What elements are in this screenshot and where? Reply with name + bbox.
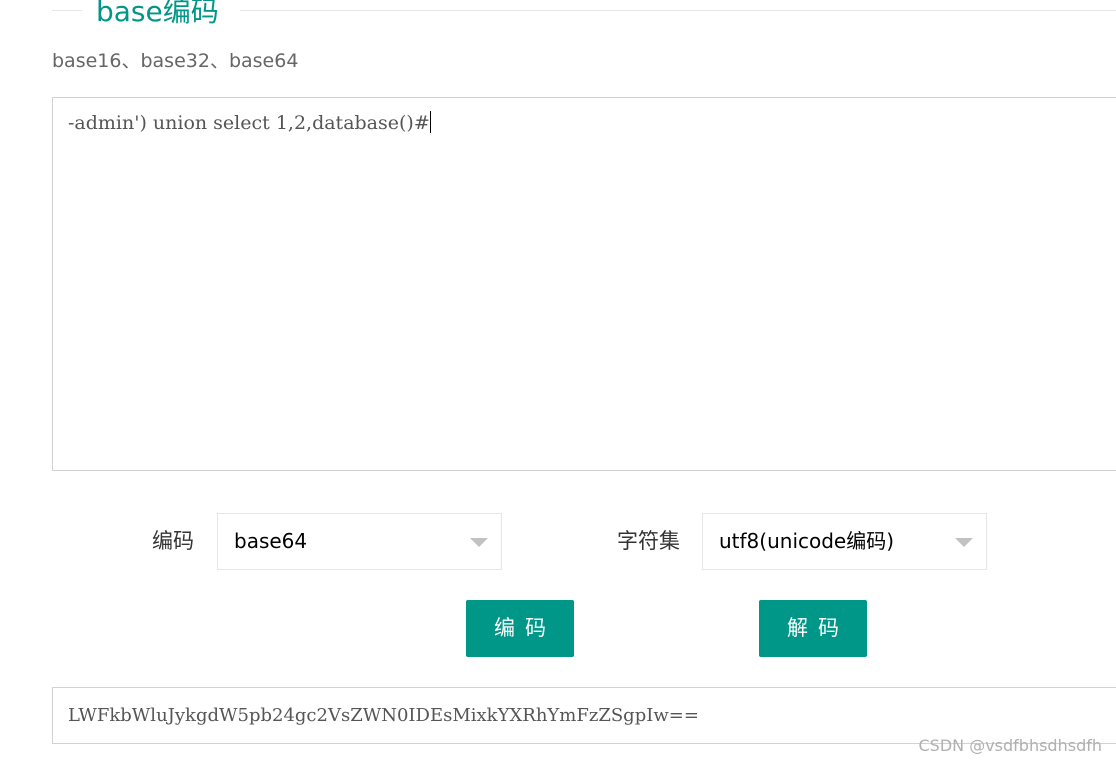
decode-button[interactable]: 解码 <box>759 600 867 657</box>
csdn-watermark: CSDN @vsdfbhsdhsdfh <box>918 736 1103 755</box>
source-text-input[interactable]: -admin') union select 1,2,database()# <box>52 97 1116 471</box>
base-encoding-page: base编码 base16、base32、base64 -admin') uni… <box>0 0 1116 763</box>
encoding-label: 编码 <box>152 529 194 553</box>
source-text-value: -admin') union select 1,2,database()# <box>68 112 430 134</box>
charset-select-value: utf8(unicode编码) <box>719 529 895 553</box>
text-caret <box>429 111 431 133</box>
charset-select[interactable]: utf8(unicode编码) <box>702 513 987 570</box>
result-output-value: LWFkbWluJykgdW5pb24gc2VsZWN0IDEsMixkYXRh… <box>68 705 699 726</box>
chevron-down-icon <box>470 538 488 547</box>
charset-label: 字符集 <box>617 529 680 553</box>
legend-divider-right <box>240 10 1116 11</box>
encode-button[interactable]: 编码 <box>466 600 574 657</box>
legend-divider-left <box>52 10 82 11</box>
section-subtitle: base16、base32、base64 <box>52 50 299 72</box>
encoding-select-value: base64 <box>234 529 308 553</box>
chevron-down-icon <box>955 538 973 547</box>
encoding-select[interactable]: base64 <box>217 513 502 570</box>
section-title: base编码 <box>96 0 219 28</box>
